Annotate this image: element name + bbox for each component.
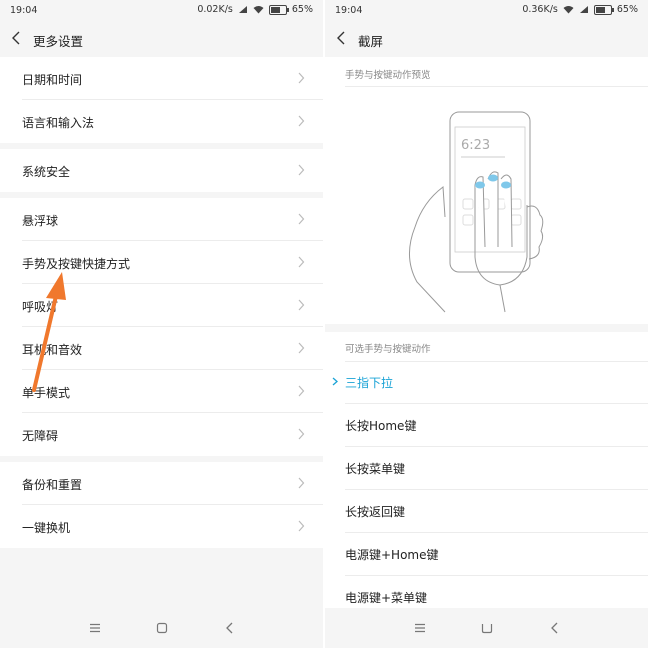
chevron-right-icon <box>298 520 305 532</box>
option-label: 电源键+菜单键 <box>345 591 428 605</box>
signal-icon <box>579 6 588 13</box>
more-settings-screen: 19:04 0.02K/s 65% 更多设置 日期和时间 语言和输入法 系统安全… <box>0 0 323 648</box>
menu-icon[interactable] <box>413 621 427 635</box>
page-title: 截屏 <box>358 34 384 49</box>
section-label: 手势与按键动作预览 <box>345 70 431 81</box>
wifi-icon <box>253 6 264 14</box>
settings-group: 系统安全 <box>0 149 323 192</box>
signal-icon <box>238 6 247 13</box>
battery-icon <box>593 4 614 15</box>
screenshot-composite: 19:04 0.02K/s 65% 更多设置 日期和时间 语言和输入法 系统安全… <box>0 0 648 648</box>
title-bar: 更多设置 <box>0 22 323 56</box>
settings-group: 日期和时间 语言和输入法 <box>0 57 323 143</box>
option-long-press-home[interactable]: 长按Home键 <box>325 404 648 447</box>
back-chevron-icon[interactable] <box>335 30 349 46</box>
phone-clock: 6:23 <box>461 138 490 153</box>
option-long-press-back[interactable]: 长按返回键 <box>325 490 648 533</box>
back-chevron-icon[interactable] <box>10 30 24 46</box>
settings-group: 备份和重置 一键换机 <box>0 462 323 548</box>
page-title: 更多设置 <box>33 34 84 49</box>
status-time: 19:04 <box>10 5 38 16</box>
gesture-options-section: 可选手势与按键动作 三指下拉 长按Home键 长按菜单键 长按返回键 电源键+H… <box>325 332 648 608</box>
settings-group: 悬浮球 手势及按键快捷方式 呼吸灯 耳机和音效 单手模式 无障碍 <box>0 198 323 456</box>
battery-percent: 65% <box>291 4 313 15</box>
wifi-icon <box>563 6 574 14</box>
settings-list: 日期和时间 语言和输入法 系统安全 悬浮球 手势及按键快捷方式 呼吸灯 耳机和音… <box>0 57 323 554</box>
chevron-right-icon <box>298 385 305 397</box>
gesture-preview-section: 手势与按键动作预览 6:23 <box>325 57 648 324</box>
option-long-press-menu[interactable]: 长按菜单键 <box>325 447 648 490</box>
network-speed: 0.02K/s <box>197 4 233 15</box>
navigation-bar <box>325 608 648 648</box>
settings-item-label: 备份和重置 <box>22 478 83 492</box>
option-label: 电源键+Home键 <box>345 548 439 562</box>
settings-item-accessibility[interactable]: 无障碍 <box>0 413 323 456</box>
back-icon[interactable] <box>548 621 562 635</box>
settings-item-headphones-audio[interactable]: 耳机和音效 <box>0 327 323 370</box>
check-icon <box>332 377 338 386</box>
screenshot-gesture-screen: 19:04 0.36K/s 65% 截屏 手势与按键动作预览 6:23 可选手势… <box>325 0 648 648</box>
settings-item-label: 耳机和音效 <box>22 343 83 357</box>
settings-item-label: 呼吸灯 <box>22 300 59 314</box>
title-bar: 截屏 <box>325 22 648 56</box>
option-three-finger-swipe[interactable]: 三指下拉 <box>325 361 648 404</box>
network-speed: 0.36K/s <box>522 4 558 15</box>
three-finger-swipe-illustration: 6:23 <box>409 111 544 313</box>
chevron-right-icon <box>298 477 305 489</box>
option-power-home[interactable]: 电源键+Home键 <box>325 533 648 576</box>
chevron-right-icon <box>298 256 305 268</box>
chevron-right-icon <box>298 72 305 84</box>
chevron-right-icon <box>298 164 305 176</box>
settings-item-label: 一键换机 <box>22 521 71 535</box>
section-label: 可选手势与按键动作 <box>345 344 431 355</box>
settings-item-label: 悬浮球 <box>22 214 59 228</box>
settings-item-one-hand-mode[interactable]: 单手模式 <box>0 370 323 413</box>
chevron-right-icon <box>298 213 305 225</box>
settings-item-system-security[interactable]: 系统安全 <box>0 149 323 192</box>
chevron-right-icon <box>298 428 305 440</box>
chevron-right-icon <box>298 342 305 354</box>
settings-item-language-input[interactable]: 语言和输入法 <box>0 100 323 143</box>
chevron-right-icon <box>298 115 305 127</box>
settings-item-label: 系统安全 <box>22 165 71 179</box>
home-icon[interactable] <box>480 621 494 635</box>
battery-icon <box>268 4 289 15</box>
status-bar: 19:04 0.36K/s 65% <box>325 0 648 20</box>
settings-item-label: 日期和时间 <box>22 73 83 87</box>
back-icon[interactable] <box>223 621 237 635</box>
settings-item-label: 无障碍 <box>22 429 59 443</box>
settings-item-phone-migration[interactable]: 一键换机 <box>0 505 323 548</box>
settings-item-breathing-light[interactable]: 呼吸灯 <box>0 284 323 327</box>
menu-icon[interactable] <box>88 621 102 635</box>
navigation-bar <box>0 608 323 648</box>
settings-item-label: 手势及按键快捷方式 <box>22 257 131 271</box>
settings-item-gesture-shortcuts[interactable]: 手势及按键快捷方式 <box>0 241 323 284</box>
settings-item-floating-ball[interactable]: 悬浮球 <box>0 198 323 241</box>
settings-item-label: 语言和输入法 <box>22 116 95 130</box>
option-label: 长按返回键 <box>345 505 406 519</box>
option-label: 三指下拉 <box>345 376 394 390</box>
settings-item-backup-reset[interactable]: 备份和重置 <box>0 462 323 505</box>
home-icon[interactable] <box>155 621 169 635</box>
status-bar: 19:04 0.02K/s 65% <box>0 0 323 20</box>
option-label: 长按菜单键 <box>345 462 406 476</box>
chevron-right-icon <box>298 299 305 311</box>
option-label: 长按Home键 <box>345 419 417 433</box>
battery-percent: 65% <box>616 4 638 15</box>
settings-item-label: 单手模式 <box>22 386 71 400</box>
status-time: 19:04 <box>335 5 363 16</box>
settings-item-date-time[interactable]: 日期和时间 <box>0 57 323 100</box>
